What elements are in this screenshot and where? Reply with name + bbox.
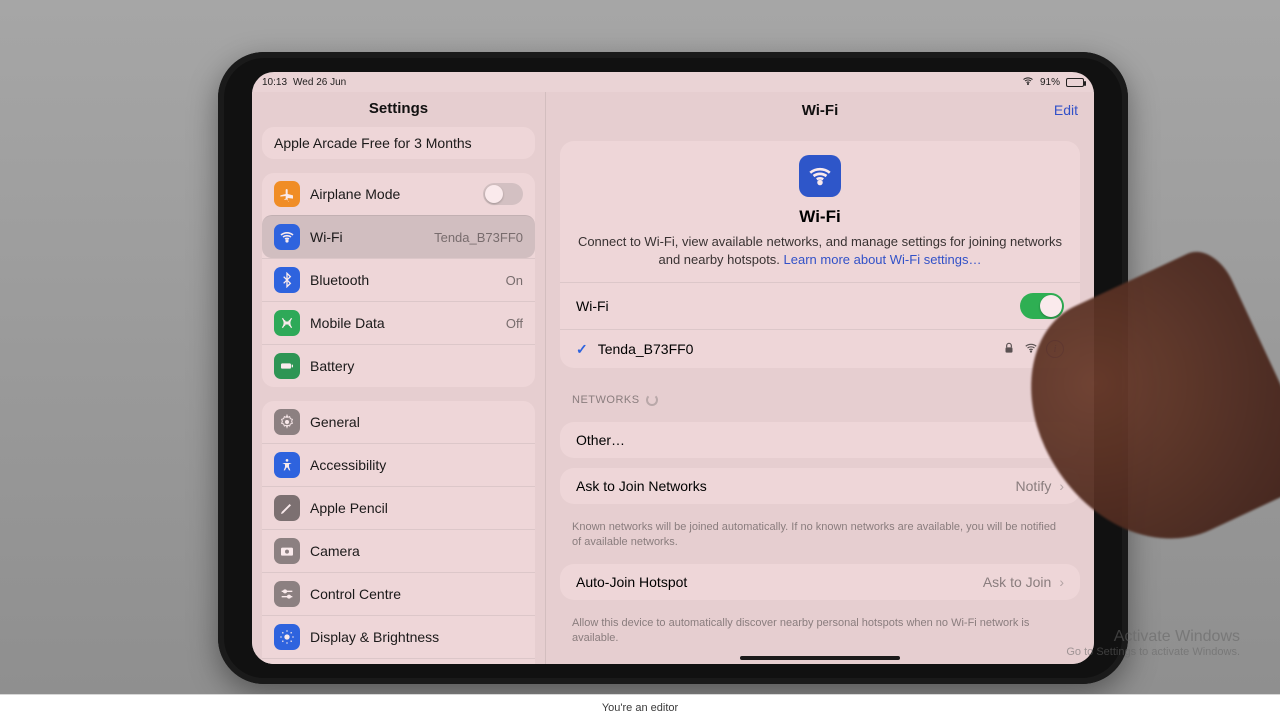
connectivity-group: Airplane Mode Wi-Fi Tenda_B73FF0 Bluetoo…	[262, 173, 535, 387]
sidebar-item-label: Apple Pencil	[310, 500, 523, 516]
wifi-hero-icon	[799, 155, 841, 197]
chevron-right-icon: ›	[1059, 478, 1064, 494]
sidebar-title: Settings	[252, 92, 545, 127]
wifi-master-toggle-row: Wi-Fi	[560, 282, 1080, 329]
sidebar-item-bluetooth[interactable]: Bluetooth On	[262, 258, 535, 301]
wifi-current-value: Tenda_B73FF0	[434, 230, 523, 245]
promo-label: Apple Arcade Free for 3 Months	[274, 135, 523, 151]
sidebar-item-label: Control Centre	[310, 586, 523, 602]
ask-join-value: Notify	[1016, 478, 1052, 494]
sliders-icon	[274, 581, 300, 607]
learn-more-link[interactable]: Learn more about Wi-Fi settings…	[784, 252, 982, 267]
airplane-icon	[274, 181, 300, 207]
status-time: 10:13	[262, 77, 287, 88]
lock-icon	[1002, 341, 1016, 358]
info-button[interactable]: i	[1046, 340, 1064, 358]
signal-icon	[1024, 341, 1038, 358]
editor-footer-bar: You're an editor	[0, 694, 1280, 720]
ipad-frame: 10:13 Wed 26 Jun 91% Settings	[218, 52, 1128, 684]
brightness-icon	[274, 624, 300, 650]
battery-percent: 91%	[1040, 77, 1060, 88]
edit-button[interactable]: Edit	[1054, 102, 1078, 118]
other-network-row[interactable]: Other…	[560, 422, 1080, 458]
ask-join-note: Known networks will be joined automatica…	[546, 514, 1094, 554]
wifi-toggle-label: Wi-Fi	[576, 298, 1020, 314]
sidebar-item-general[interactable]: General	[262, 401, 535, 443]
promo-group[interactable]: Apple Arcade Free for 3 Months	[262, 127, 535, 159]
settings-sidebar: Settings Apple Arcade Free for 3 Months …	[252, 92, 546, 664]
sidebar-item-home-screen[interactable]: Home Screen & App Library	[262, 658, 535, 664]
wifi-hero: Wi-Fi Connect to Wi-Fi, view available n…	[560, 141, 1080, 282]
sidebar-item-accessibility[interactable]: Accessibility	[262, 443, 535, 486]
sidebar-item-label: Accessibility	[310, 457, 523, 473]
hero-description: Connect to Wi-Fi, view available network…	[576, 233, 1064, 268]
sidebar-item-label: Camera	[310, 543, 523, 559]
sidebar-item-label: Mobile Data	[310, 315, 496, 331]
auto-join-hotspot-row[interactable]: Auto-Join Hotspot Ask to Join ›	[560, 564, 1080, 600]
connected-network-name: Tenda_B73FF0	[598, 341, 1002, 357]
battery-icon	[1066, 78, 1084, 87]
sidebar-item-label: Wi-Fi	[310, 229, 424, 245]
sidebar-item-label: Display & Brightness	[310, 629, 523, 645]
antenna-icon	[274, 310, 300, 336]
accessibility-icon	[274, 452, 300, 478]
wifi-icon	[274, 224, 300, 250]
sidebar-item-label: Airplane Mode	[310, 186, 473, 202]
wifi-detail-pane: Wi-Fi Edit Wi-Fi Connect to Wi-Fi, view …	[546, 92, 1094, 664]
hero-title: Wi-Fi	[799, 207, 840, 227]
general-group: General Accessibility Apple Pencil	[262, 401, 535, 664]
checkmark-icon: ✓	[576, 341, 588, 358]
gear-icon	[274, 409, 300, 435]
home-indicator[interactable]	[740, 656, 900, 660]
auto-hotspot-note: Allow this device to automatically disco…	[546, 610, 1094, 650]
auto-hotspot-label: Auto-Join Hotspot	[576, 574, 983, 590]
auto-hotspot-value: Ask to Join	[983, 574, 1051, 590]
other-label: Other…	[576, 432, 1064, 448]
sidebar-item-battery[interactable]: Battery	[262, 344, 535, 387]
chevron-right-icon: ›	[1059, 574, 1064, 590]
ipad-screen: 10:13 Wed 26 Jun 91% Settings	[252, 72, 1094, 664]
sidebar-item-label: General	[310, 414, 523, 430]
sidebar-item-label: Bluetooth	[310, 272, 496, 288]
sidebar-item-mobile-data[interactable]: Mobile Data Off	[262, 301, 535, 344]
connected-network-row[interactable]: ✓ Tenda_B73FF0 i	[560, 329, 1080, 368]
status-date: Wed 26 Jun	[293, 77, 346, 88]
detail-header: Wi-Fi Edit	[546, 92, 1094, 131]
sidebar-item-label: Battery	[310, 358, 523, 374]
camera-icon	[274, 538, 300, 564]
editor-status-text: You're an editor	[602, 702, 678, 714]
status-bar: 10:13 Wed 26 Jun 91%	[252, 72, 1094, 92]
networks-header: NETWORKS	[546, 378, 1094, 412]
bluetooth-value: On	[506, 273, 523, 288]
detail-title: Wi-Fi	[802, 102, 839, 119]
sidebar-item-control-centre[interactable]: Control Centre	[262, 572, 535, 615]
sidebar-item-display[interactable]: Display & Brightness	[262, 615, 535, 658]
bluetooth-icon	[274, 267, 300, 293]
mobile-data-value: Off	[506, 316, 523, 331]
ask-to-join-row[interactable]: Ask to Join Networks Notify ›	[560, 468, 1080, 504]
wifi-toggle[interactable]	[1020, 293, 1064, 319]
pencil-icon	[274, 495, 300, 521]
spinner-icon	[646, 394, 658, 406]
battery-icon	[274, 353, 300, 379]
photo-backdrop: 10:13 Wed 26 Jun 91% Settings	[0, 0, 1280, 720]
ask-join-label: Ask to Join Networks	[576, 478, 1016, 494]
wifi-icon	[1022, 75, 1034, 90]
sidebar-item-airplane[interactable]: Airplane Mode	[262, 173, 535, 215]
sidebar-item-camera[interactable]: Camera	[262, 529, 535, 572]
airplane-toggle[interactable]	[483, 183, 523, 205]
sidebar-item-wifi[interactable]: Wi-Fi Tenda_B73FF0	[262, 215, 535, 258]
sidebar-item-apple-pencil[interactable]: Apple Pencil	[262, 486, 535, 529]
